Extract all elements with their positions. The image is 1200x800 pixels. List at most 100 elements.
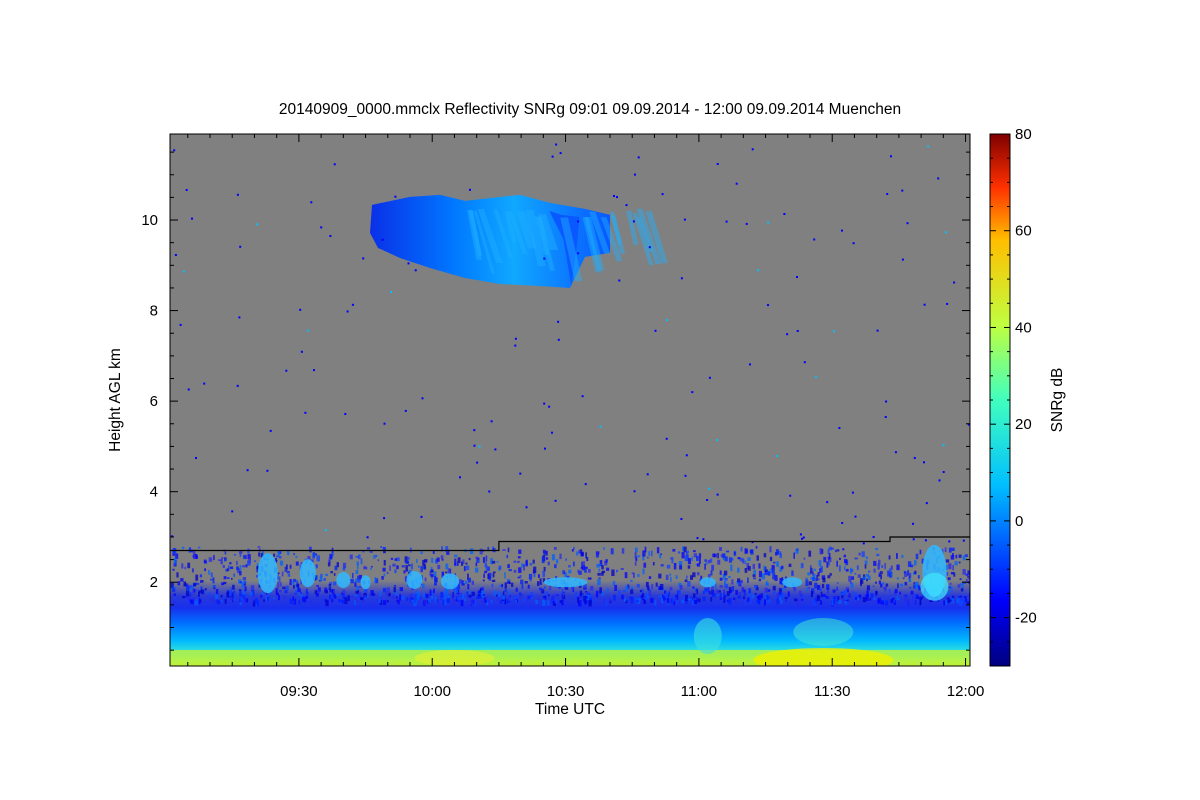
echo-pixel <box>462 593 465 600</box>
echo-pixel <box>430 569 434 573</box>
echo-pixel <box>948 599 952 602</box>
echo-pixel <box>433 571 437 577</box>
echo-pixel <box>454 554 458 558</box>
echo-pixel <box>485 597 488 601</box>
echo-pixel <box>293 553 295 556</box>
echo-pixel <box>508 581 511 585</box>
echo-pixel <box>542 570 546 578</box>
noise-pixel <box>618 279 621 282</box>
echo-pixel <box>194 600 199 606</box>
echo-pixel <box>512 596 515 599</box>
echo-pixel <box>764 599 766 606</box>
echo-pixel <box>681 600 685 604</box>
echo-pixel <box>430 573 434 578</box>
echo-pixel <box>565 558 567 561</box>
echo-pixel <box>608 597 611 602</box>
echo-pixel <box>763 565 766 571</box>
echo-pixel <box>904 596 908 603</box>
echo-pixel <box>394 558 398 561</box>
noise-pixel <box>767 304 769 307</box>
echo-pixel <box>781 592 784 599</box>
echo-pixel <box>405 561 410 563</box>
echo-pixel <box>471 591 475 597</box>
echo-pixel <box>518 592 522 595</box>
echo-pixel <box>606 587 609 593</box>
echo-pixel <box>305 596 309 599</box>
noise-pixel <box>702 538 705 541</box>
noise-pixel <box>799 533 802 536</box>
echo-pixel <box>816 595 821 601</box>
echo-pixel <box>296 583 299 588</box>
echo-pixel <box>394 569 397 574</box>
echo-pixel <box>375 599 379 602</box>
echo-pixel <box>595 590 599 598</box>
echo-pixel <box>872 585 875 588</box>
noise-pixel <box>838 427 841 429</box>
echo-pixel <box>294 592 298 595</box>
echo-pixel <box>737 578 741 583</box>
echo-pixel <box>370 567 372 570</box>
echo-pixel <box>959 595 962 598</box>
echo-pixel <box>548 594 550 597</box>
echo-pixel <box>763 553 767 558</box>
noise-pixel <box>473 444 476 447</box>
echo-pixel <box>723 570 728 576</box>
echo-pixel <box>572 561 575 567</box>
echo-pixel <box>620 568 624 570</box>
echo-pixel <box>580 567 583 570</box>
echo-pixel <box>757 596 760 600</box>
echo-pixel <box>379 590 382 598</box>
noise-pixel <box>654 329 657 332</box>
x-tick-label: 12:00 <box>947 683 985 700</box>
echo-pixel <box>393 587 396 593</box>
echo-pixel <box>681 552 685 559</box>
x-tick-label: 10:30 <box>547 683 585 700</box>
echo-pixel <box>332 581 337 586</box>
echo-pixel <box>474 600 477 607</box>
echo-pixel <box>233 593 237 596</box>
echo-pixel <box>532 600 535 602</box>
noise-pixel <box>407 262 410 265</box>
echo-pixel <box>470 548 474 555</box>
noise-pixel <box>383 422 386 425</box>
echo-pixel <box>889 595 893 598</box>
echo-pixel <box>505 600 508 605</box>
echo-pixel <box>502 599 505 602</box>
echo-pixel <box>836 586 838 591</box>
echo-pixel <box>908 599 910 605</box>
echo-pixel <box>748 588 752 594</box>
noise-pixel <box>469 188 471 191</box>
echo-pixel <box>458 579 462 584</box>
echo-pixel <box>327 562 331 567</box>
noise-pixel <box>584 483 587 486</box>
echo-pixel <box>756 600 760 603</box>
echo-pixel <box>273 553 276 557</box>
echo-pixel <box>409 597 412 604</box>
x-axis-label: Time UTC <box>535 701 605 718</box>
echo-pixel <box>847 589 849 593</box>
echo-pixel <box>614 584 618 592</box>
echo-pixel <box>747 577 749 584</box>
echo-pixel <box>267 600 270 604</box>
echo-pixel <box>386 572 389 575</box>
echo-pixel <box>958 561 961 564</box>
echo-pixel <box>252 598 254 603</box>
echo-pixel <box>948 547 952 553</box>
echo-pixel <box>599 587 602 594</box>
echo-pixel <box>250 591 253 596</box>
echo-pixel <box>333 573 336 576</box>
echo-pixel <box>756 555 759 561</box>
echo-pixel <box>227 565 230 570</box>
echo-pixel <box>861 551 865 558</box>
echo-pixel <box>719 577 723 581</box>
echo-pixel <box>760 600 763 604</box>
noise-pixel <box>776 455 779 457</box>
echo-pixel <box>753 577 757 580</box>
echo-pixel <box>758 570 762 578</box>
echo-pixel <box>881 565 884 568</box>
echo-pixel <box>837 549 840 552</box>
echo-pixel <box>903 570 906 574</box>
noise-pixel <box>543 257 546 260</box>
echo-pixel <box>894 588 898 594</box>
echo-pixel <box>484 570 488 574</box>
